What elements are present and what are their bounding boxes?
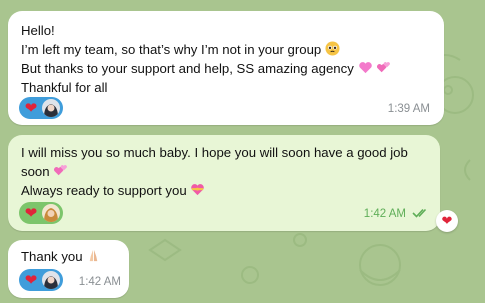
incoming-message-3[interactable]: Thank you ❤ 1:42 AM <box>8 240 129 298</box>
message-line: Always ready to support you <box>21 181 205 200</box>
reactions-pill[interactable]: ❤ <box>19 269 63 291</box>
message-line: I’m left my team, so that’s why I’m not … <box>21 40 340 59</box>
pleading-face-emoji-icon <box>325 41 340 56</box>
folded-hands-emoji-icon <box>90 249 98 262</box>
message-line: Thank you <box>21 247 101 266</box>
incoming-message-1[interactable]: Hello! I’m left my team, so that’s why I… <box>8 11 444 125</box>
avatar <box>42 204 60 222</box>
heart-icon: ❤ <box>24 271 38 289</box>
heart-with-ribbon-emoji-icon <box>191 184 205 196</box>
two-hearts-emoji-icon <box>54 165 68 176</box>
message-time: 1:39 AM <box>387 103 430 115</box>
pink-heart-emoji-icon <box>358 62 372 74</box>
two-hearts-emoji-icon <box>377 62 391 73</box>
avatar <box>42 99 60 117</box>
message-time: 1:42 AM <box>78 276 121 288</box>
reactions-pill[interactable]: ❤ <box>19 202 63 224</box>
message-line: soon <box>21 162 68 181</box>
message-line: Thankful for all <box>21 80 108 95</box>
message-line: I will miss you so much baby. I hope you… <box>21 145 408 160</box>
message-line: Hello! <box>21 23 55 38</box>
reactions-pill[interactable]: ❤ <box>19 97 63 119</box>
avatar <box>42 271 60 289</box>
heart-icon[interactable]: ❤ <box>436 210 458 232</box>
message-time: 1:42 AM <box>363 208 406 220</box>
message-line: But thanks to your support and help, SS … <box>21 59 391 78</box>
double-check-icon <box>412 206 430 225</box>
heart-icon: ❤ <box>24 204 38 222</box>
outgoing-message-2[interactable]: I will miss you so much baby. I hope you… <box>8 135 440 231</box>
heart-icon: ❤ <box>24 99 38 117</box>
